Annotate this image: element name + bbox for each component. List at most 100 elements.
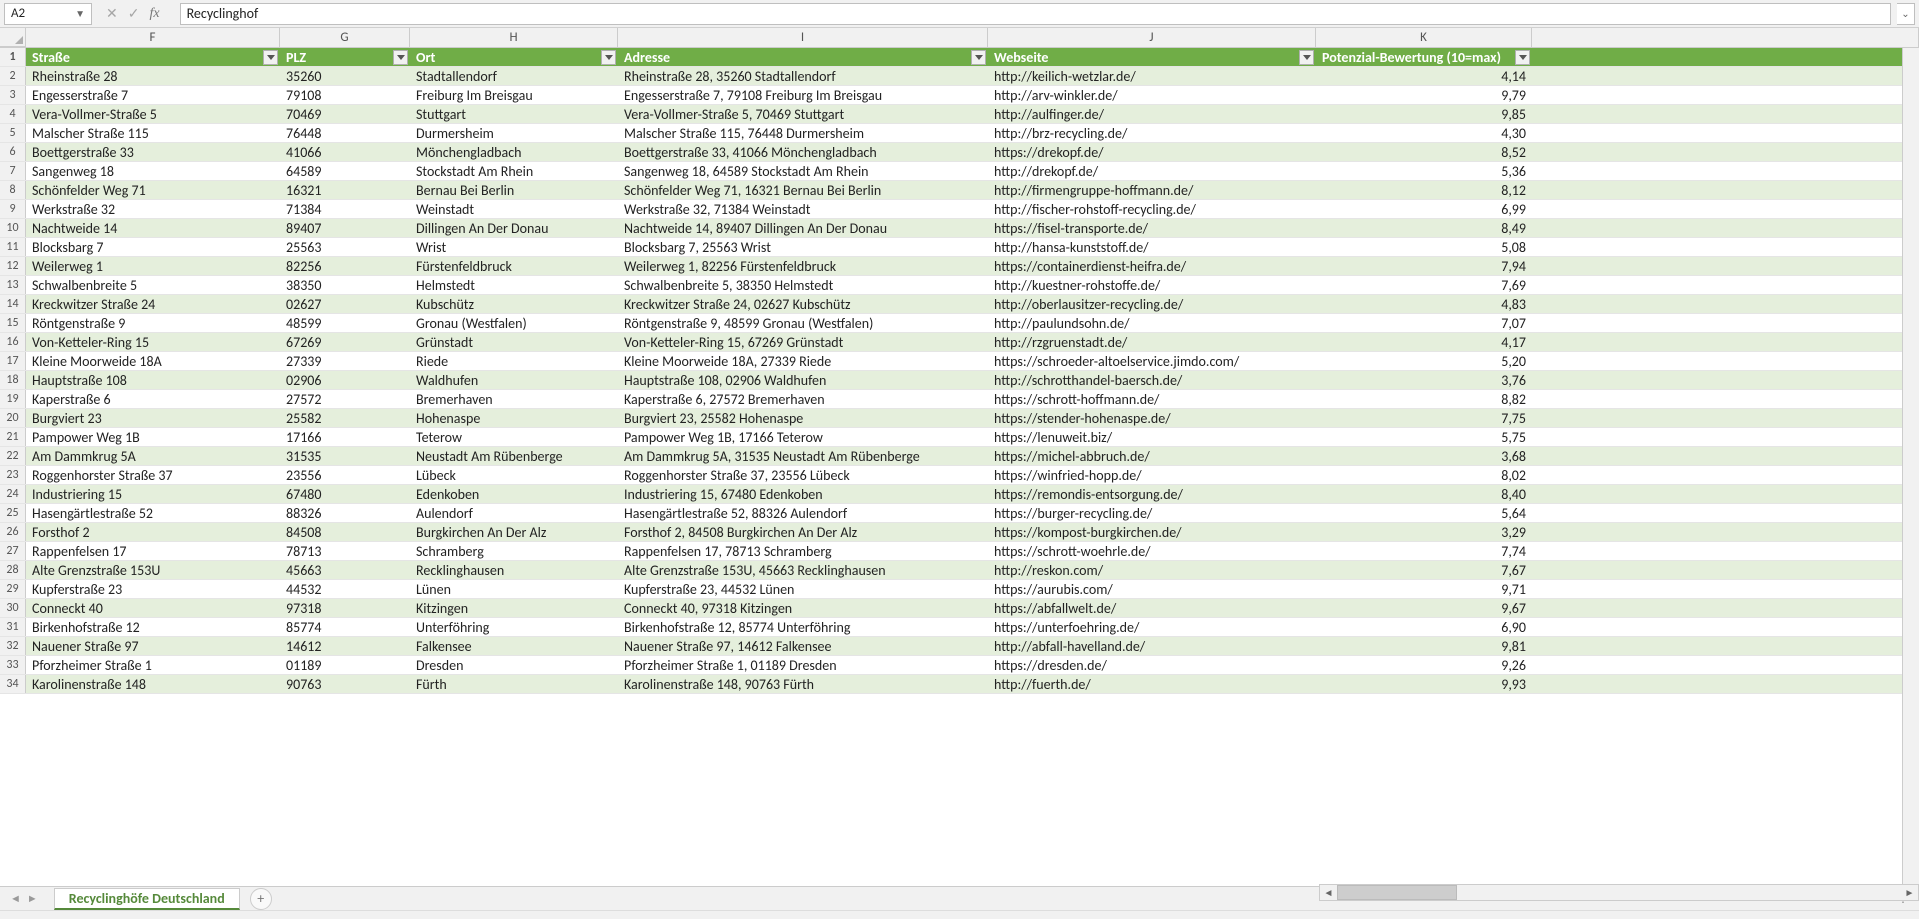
cell-plz[interactable]: 25563	[280, 238, 410, 256]
cell-strasse[interactable]: Am Dammkrug 5A	[26, 447, 280, 465]
cell-plz[interactable]: 25582	[280, 409, 410, 427]
cell-adresse[interactable]: Hasengärtlestraße 52, 88326 Aulendorf	[618, 504, 988, 522]
cell-strasse[interactable]: Pampower Weg 1B	[26, 428, 280, 446]
cell-bewertung[interactable]: 5,20	[1316, 352, 1532, 370]
cell-bewertung[interactable]: 8,12	[1316, 181, 1532, 199]
row-header[interactable]: 27	[0, 542, 26, 560]
cell-adresse[interactable]: Malscher Straße 115, 76448 Durmersheim	[618, 124, 988, 142]
cell-strasse[interactable]: Werkstraße 32	[26, 200, 280, 218]
cell-plz[interactable]: 67269	[280, 333, 410, 351]
header-cell[interactable]: Straße	[26, 48, 280, 66]
row-header[interactable]: 12	[0, 257, 26, 275]
cell-strasse[interactable]: Roggenhorster Straße 37	[26, 466, 280, 484]
cell-plz[interactable]: 27339	[280, 352, 410, 370]
cell-strasse[interactable]: Rheinstraße 28	[26, 67, 280, 85]
cell-strasse[interactable]: Hauptstraße 108	[26, 371, 280, 389]
cell-webseite[interactable]: http://schrotthandel-baersch.de/	[988, 371, 1316, 389]
cell-webseite[interactable]: https://containerdienst-heifra.de/	[988, 257, 1316, 275]
cell-adresse[interactable]: Alte Grenzstraße 153U, 45663 Recklinghau…	[618, 561, 988, 579]
cell-adresse[interactable]: Roggenhorster Straße 37, 23556 Lübeck	[618, 466, 988, 484]
cell-ort[interactable]: Lübeck	[410, 466, 618, 484]
cell-webseite[interactable]: https://drekopf.de/	[988, 143, 1316, 161]
cell-webseite[interactable]: http://hansa-kunststoff.de/	[988, 238, 1316, 256]
filter-dropdown-icon[interactable]	[971, 50, 986, 65]
cell-plz[interactable]: 89407	[280, 219, 410, 237]
add-sheet-button[interactable]: +	[250, 888, 272, 910]
row-header[interactable]: 28	[0, 561, 26, 579]
row-header[interactable]: 20	[0, 409, 26, 427]
cell-bewertung[interactable]: 9,79	[1316, 86, 1532, 104]
cell-adresse[interactable]: Sangenweg 18, 64589 Stockstadt Am Rhein	[618, 162, 988, 180]
cell-webseite[interactable]: http://paulundsohn.de/	[988, 314, 1316, 332]
cell-adresse[interactable]: Kreckwitzer Straße 24, 02627 Kubschütz	[618, 295, 988, 313]
cell-bewertung[interactable]: 5,75	[1316, 428, 1532, 446]
cell-webseite[interactable]: https://fisel-transporte.de/	[988, 219, 1316, 237]
filter-dropdown-icon[interactable]	[1515, 50, 1530, 65]
cell-adresse[interactable]: Kaperstraße 6, 27572 Bremerhaven	[618, 390, 988, 408]
cell-ort[interactable]: Waldhufen	[410, 371, 618, 389]
tab-nav-prev-icon[interactable]: ◄	[10, 892, 21, 905]
cell-plz[interactable]: 02627	[280, 295, 410, 313]
cell-strasse[interactable]: Kleine Moorweide 18A	[26, 352, 280, 370]
filter-dropdown-icon[interactable]	[601, 50, 616, 65]
cell-strasse[interactable]: Röntgenstraße 9	[26, 314, 280, 332]
row-header[interactable]: 5	[0, 124, 26, 142]
cell-plz[interactable]: 27572	[280, 390, 410, 408]
header-cell[interactable]: PLZ	[280, 48, 410, 66]
cell-ort[interactable]: Mönchengladbach	[410, 143, 618, 161]
cell-webseite[interactable]: http://drekopf.de/	[988, 162, 1316, 180]
cell-plz[interactable]: 84508	[280, 523, 410, 541]
cell-strasse[interactable]: Sangenweg 18	[26, 162, 280, 180]
cell-adresse[interactable]: Werkstraße 32, 71384 Weinstadt	[618, 200, 988, 218]
cell-bewertung[interactable]: 9,71	[1316, 580, 1532, 598]
cell-ort[interactable]: Grünstadt	[410, 333, 618, 351]
cell-adresse[interactable]: Kupferstraße 23, 44532 Lünen	[618, 580, 988, 598]
cell-ort[interactable]: Helmstedt	[410, 276, 618, 294]
cell-strasse[interactable]: Weilerweg 1	[26, 257, 280, 275]
row-header[interactable]: 24	[0, 485, 26, 503]
cell-strasse[interactable]: Rappenfelsen 17	[26, 542, 280, 560]
cell-bewertung[interactable]: 6,99	[1316, 200, 1532, 218]
cell-ort[interactable]: Dresden	[410, 656, 618, 674]
cell-strasse[interactable]: Conneckt 40	[26, 599, 280, 617]
cell-ort[interactable]: Durmersheim	[410, 124, 618, 142]
cell-adresse[interactable]: Röntgenstraße 9, 48599 Gronau (Westfalen…	[618, 314, 988, 332]
cell-strasse[interactable]: Birkenhofstraße 12	[26, 618, 280, 636]
cell-bewertung[interactable]: 7,75	[1316, 409, 1532, 427]
cancel-icon[interactable]: ✕	[106, 5, 118, 22]
cell-plz[interactable]: 45663	[280, 561, 410, 579]
col-header-F[interactable]: F	[26, 28, 280, 47]
cell-webseite[interactable]: http://fuerth.de/	[988, 675, 1316, 693]
hscroll-right-icon[interactable]: ►	[1901, 885, 1918, 900]
cell-webseite[interactable]: https://michel-abbruch.de/	[988, 447, 1316, 465]
cell-strasse[interactable]: Kreckwitzer Straße 24	[26, 295, 280, 313]
cell-webseite[interactable]: https://dresden.de/	[988, 656, 1316, 674]
row-header[interactable]: 3	[0, 86, 26, 104]
row-header[interactable]: 11	[0, 238, 26, 256]
cell-strasse[interactable]: Burgviert 23	[26, 409, 280, 427]
filter-dropdown-icon[interactable]	[1299, 50, 1314, 65]
row-header[interactable]: 14	[0, 295, 26, 313]
cell-bewertung[interactable]: 5,64	[1316, 504, 1532, 522]
row-header[interactable]: 22	[0, 447, 26, 465]
row-header[interactable]: 10	[0, 219, 26, 237]
row-header[interactable]: 25	[0, 504, 26, 522]
cell-strasse[interactable]: Malscher Straße 115	[26, 124, 280, 142]
cell-adresse[interactable]: Conneckt 40, 97318 Kitzingen	[618, 599, 988, 617]
cell-plz[interactable]: 64589	[280, 162, 410, 180]
cell-bewertung[interactable]: 9,85	[1316, 105, 1532, 123]
cell-webseite[interactable]: http://aulfinger.de/	[988, 105, 1316, 123]
fx-icon[interactable]: fx	[149, 6, 159, 22]
cell-ort[interactable]: Gronau (Westfalen)	[410, 314, 618, 332]
cell-plz[interactable]: 44532	[280, 580, 410, 598]
cell-bewertung[interactable]: 8,82	[1316, 390, 1532, 408]
cell-adresse[interactable]: Schönfelder Weg 71, 16321 Bernau Bei Ber…	[618, 181, 988, 199]
header-cell[interactable]: Adresse	[618, 48, 988, 66]
cell-adresse[interactable]: Karolinenstraße 148, 90763 Fürth	[618, 675, 988, 693]
cell-ort[interactable]: Riede	[410, 352, 618, 370]
cell-plz[interactable]: 41066	[280, 143, 410, 161]
header-cell[interactable]: Webseite	[988, 48, 1316, 66]
cell-bewertung[interactable]: 3,68	[1316, 447, 1532, 465]
cell-ort[interactable]: Edenkoben	[410, 485, 618, 503]
row-header[interactable]: 8	[0, 181, 26, 199]
